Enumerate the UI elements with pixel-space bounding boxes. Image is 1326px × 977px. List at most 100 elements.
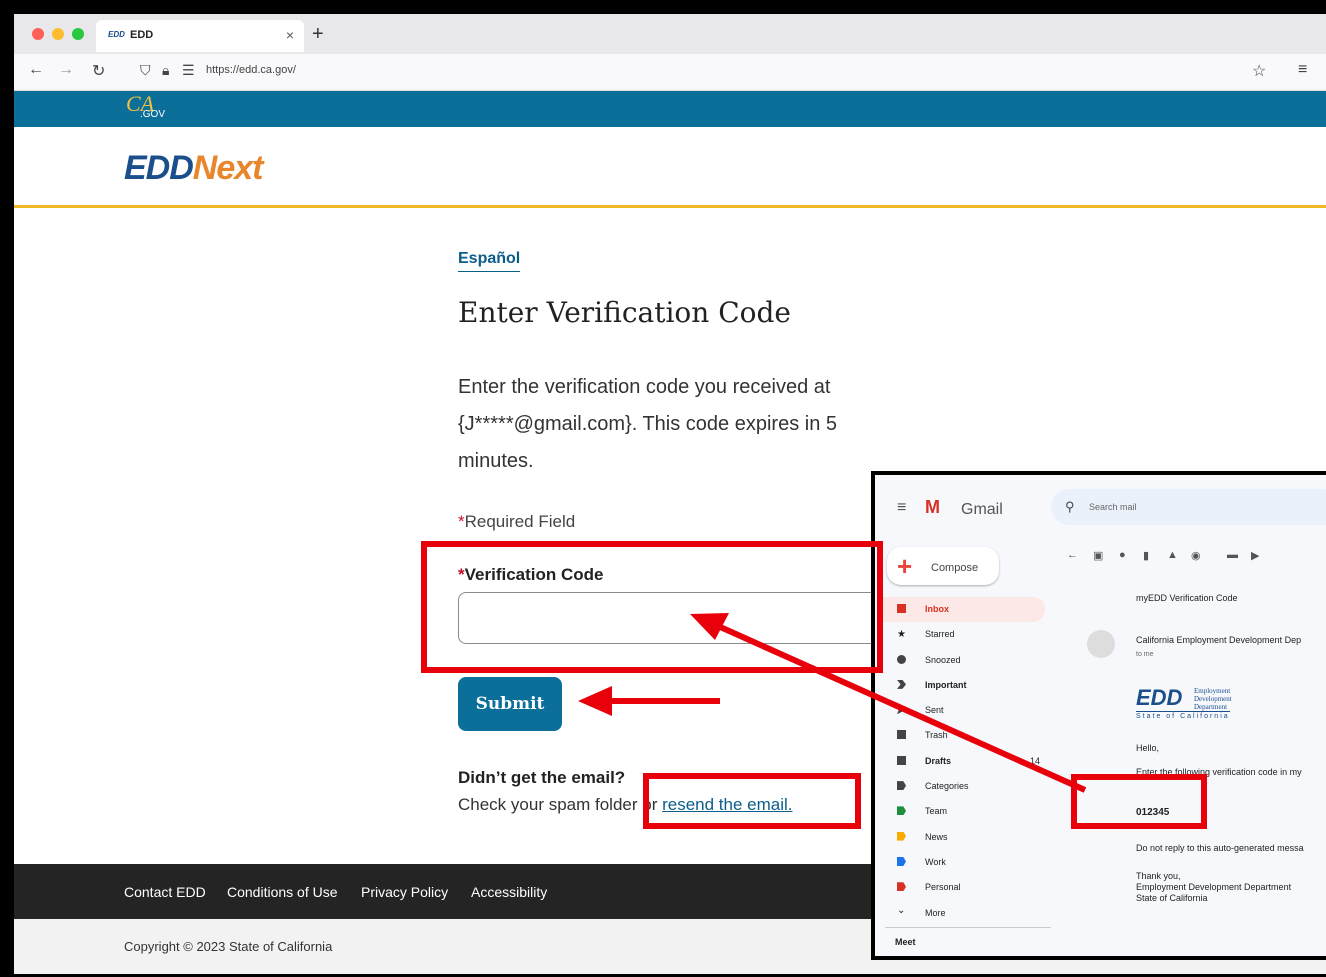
- sidebar-label: Important: [925, 679, 967, 690]
- gmail-sidebar: Inbox ★ Starred Snoozed Important Sent Tr…: [875, 597, 1045, 926]
- sidebar-label: Sent: [925, 705, 944, 716]
- required-note-text: Required Field: [464, 512, 576, 531]
- close-window-button[interactable]: [32, 28, 44, 40]
- signoff-line: State of California: [1136, 893, 1208, 903]
- sidebar-label: More: [925, 907, 946, 918]
- report-spam-icon[interactable]: ●: [1119, 549, 1126, 561]
- mark-unread-icon[interactable]: ▲: [1167, 549, 1178, 561]
- logo-side-line: Department: [1194, 703, 1228, 711]
- gmail-search-input[interactable]: ⚲ Search mail: [1051, 489, 1326, 525]
- sidebar-label: Drafts: [925, 755, 952, 766]
- gmail-inset: ≡ M Gmail ⚲ Search mail + Compose Inbox …: [871, 471, 1326, 960]
- sidebar-item-work[interactable]: Work: [875, 850, 1045, 875]
- sidebar-item-categories[interactable]: Categories: [875, 774, 1045, 799]
- window-controls: [32, 28, 84, 40]
- sidebar-item-more[interactable]: ⌄ More: [875, 901, 1045, 926]
- compose-button[interactable]: + Compose: [887, 547, 999, 585]
- star-icon: ★: [897, 629, 906, 641]
- sidebar-divider: [885, 927, 1051, 928]
- minimize-window-button[interactable]: [52, 28, 64, 40]
- sidebar-label: Snoozed: [925, 654, 961, 665]
- email-greeting: Hello,: [1136, 743, 1160, 753]
- chevron-down-icon: ⌄: [897, 904, 906, 916]
- permissions-icon[interactable]: ☰: [182, 62, 195, 79]
- new-tab-button[interactable]: +: [312, 23, 324, 46]
- delete-icon[interactable]: ▮: [1143, 549, 1149, 562]
- footer-link-contact[interactable]: Contact EDD: [124, 884, 206, 900]
- sidebar-label: Starred: [925, 629, 955, 640]
- sidebar-label: Inbox: [925, 604, 949, 614]
- logo-edd: EDD: [124, 149, 194, 187]
- ca-logo-sub: .GOV: [140, 109, 166, 120]
- label-icon[interactable]: ▶: [1251, 549, 1259, 562]
- gmail-window: ≡ M Gmail ⚲ Search mail + Compose Inbox …: [875, 475, 1326, 956]
- signoff-line: Employment Development Department: [1136, 882, 1292, 892]
- snooze-icon[interactable]: ◉: [1191, 549, 1201, 562]
- bookmark-star-icon[interactable]: ☆: [1252, 61, 1266, 81]
- sidebar-label: Personal: [925, 882, 961, 893]
- browser-tab[interactable]: EDD EDD ×: [96, 20, 304, 52]
- navigation-bar: ← → ↻ ⛉ 🔒︎ ☰ https://edd.ca.gov/ ☆ ≡: [14, 54, 1326, 91]
- inbox-icon: [897, 604, 906, 613]
- avatar: [1087, 630, 1115, 658]
- move-to-icon[interactable]: ▬: [1227, 549, 1238, 561]
- copyright-text: Copyright © 2023 State of California: [124, 939, 333, 954]
- language-link[interactable]: Español: [458, 250, 521, 272]
- edd-logo-text: EDD: [1136, 685, 1183, 710]
- sidebar-item-starred[interactable]: ★ Starred: [875, 622, 1045, 647]
- menu-icon[interactable]: ≡: [1298, 61, 1307, 79]
- sidebar-item-personal[interactable]: Personal: [875, 875, 1045, 900]
- label-icon: [897, 806, 906, 816]
- annotation-box-resend: [643, 773, 861, 829]
- reload-icon[interactable]: ↻: [92, 61, 105, 81]
- sidebar-label: Trash: [925, 730, 948, 741]
- sidebar-item-trash[interactable]: Trash: [875, 723, 1045, 748]
- edd-logo-state: State of California: [1136, 711, 1230, 720]
- gmail-logo-icon[interactable]: M: [925, 497, 940, 518]
- email-signoff: Thank you, Employment Development Departm…: [1136, 871, 1291, 904]
- sidebar-item-team[interactable]: Team: [875, 799, 1045, 824]
- forward-arrow-icon[interactable]: →: [58, 61, 74, 79]
- archive-icon[interactable]: ▣: [1093, 549, 1103, 562]
- label-icon: [897, 856, 906, 866]
- important-icon: [897, 679, 906, 689]
- footer-link-conditions[interactable]: Conditions of Use: [227, 884, 338, 900]
- footer-link-accessibility[interactable]: Accessibility: [471, 884, 547, 900]
- page-description: Enter the verification code you received…: [458, 376, 838, 472]
- edd-next-logo[interactable]: EDDNext: [124, 149, 263, 188]
- sidebar-label: Categories: [925, 781, 969, 792]
- close-tab-icon[interactable]: ×: [286, 27, 294, 43]
- address-bar[interactable]: https://edd.ca.gov/: [206, 64, 296, 76]
- required-field-note: *Required Field: [458, 512, 575, 532]
- sidebar-item-snoozed[interactable]: Snoozed: [875, 648, 1045, 673]
- sidebar-item-inbox[interactable]: Inbox: [883, 597, 1045, 623]
- logo-side-line: Development: [1194, 695, 1232, 703]
- draft-icon: [897, 755, 906, 765]
- back-arrow-icon[interactable]: ←: [28, 61, 44, 79]
- site-header: EDDNext: [14, 127, 1326, 208]
- submit-button[interactable]: Submit: [458, 677, 562, 731]
- search-icon: ⚲: [1065, 499, 1075, 514]
- sidebar-item-drafts[interactable]: Drafts 14: [875, 749, 1045, 774]
- email-notice: Do not reply to this auto-generated mess…: [1136, 843, 1304, 853]
- trash-icon: [897, 730, 906, 740]
- footer-link-privacy[interactable]: Privacy Policy: [361, 884, 448, 900]
- ca-gov-bar: CA .GOV: [14, 91, 1326, 127]
- back-arrow-icon[interactable]: ←: [1067, 549, 1078, 561]
- tab-bar: EDD EDD × +: [14, 14, 1326, 54]
- logo-next: Next: [192, 149, 264, 187]
- lock-icon[interactable]: 🔒︎: [162, 62, 169, 79]
- sidebar-item-news[interactable]: News: [875, 825, 1045, 850]
- ca-gov-logo[interactable]: CA .GOV: [126, 91, 165, 120]
- maximize-window-button[interactable]: [72, 28, 84, 40]
- meet-heading: Meet: [895, 937, 916, 947]
- sidebar-item-important[interactable]: Important: [875, 673, 1045, 698]
- sidebar-item-sent[interactable]: Sent: [875, 698, 1045, 723]
- no-email-heading: Didn’t get the email?: [458, 768, 626, 787]
- gmail-menu-icon[interactable]: ≡: [897, 499, 906, 517]
- edd-logo-side: Employment Development Department: [1194, 687, 1232, 711]
- clock-icon: [897, 654, 906, 664]
- annotation-box-email-code: [1071, 774, 1207, 829]
- shield-icon[interactable]: ⛉: [140, 62, 151, 79]
- label-icon: [897, 831, 906, 841]
